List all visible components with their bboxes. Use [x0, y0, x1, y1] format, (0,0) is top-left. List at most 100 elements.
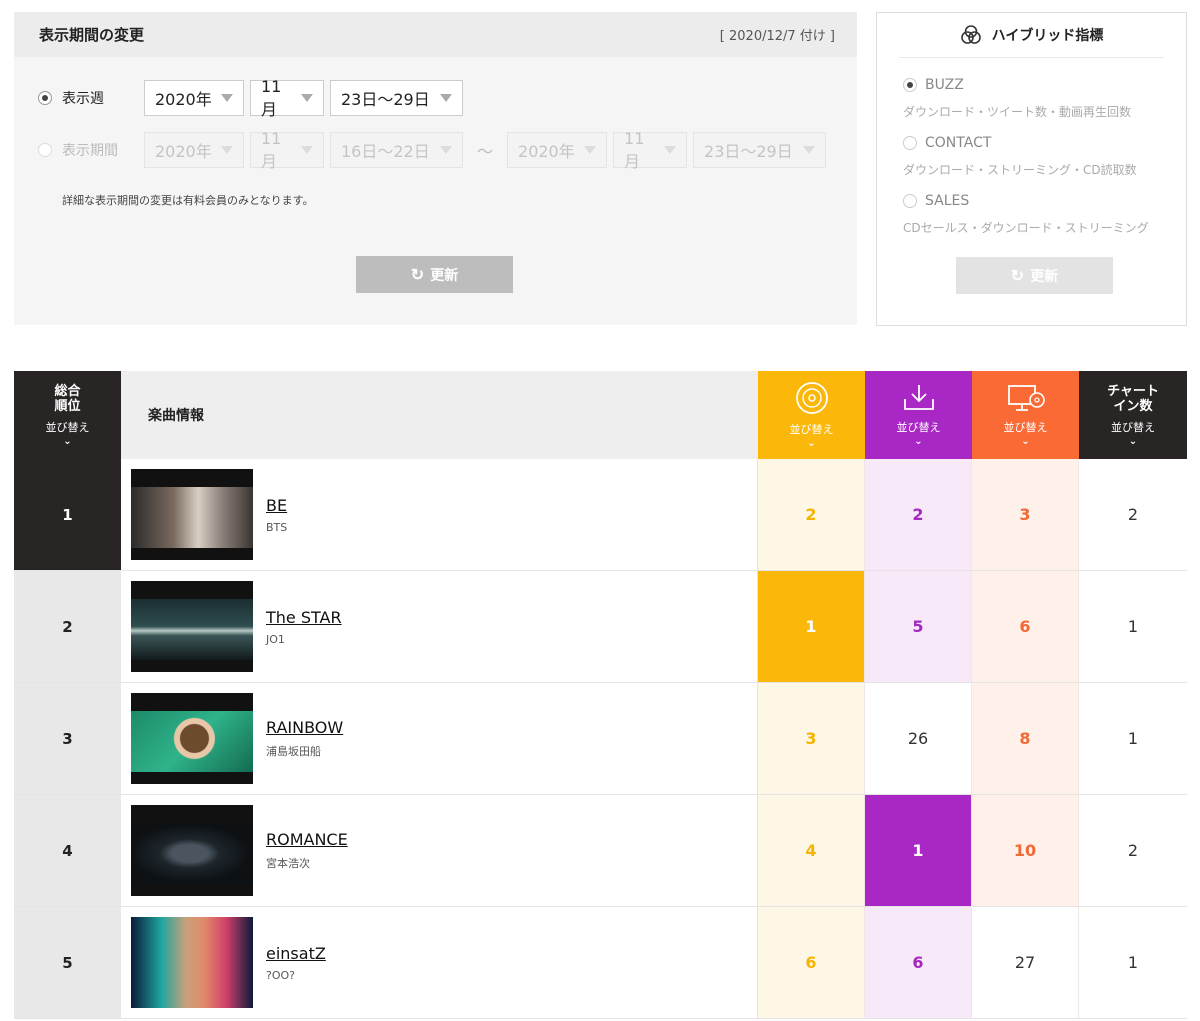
song-title-link[interactable]: BE [266, 496, 287, 515]
week-month-select[interactable]: 11月 [250, 77, 324, 119]
chevron-down-icon: ⌄ [63, 435, 72, 447]
sales-radio[interactable] [903, 194, 917, 208]
download-icon [903, 385, 934, 410]
download-rank-cell: 1 [865, 795, 972, 906]
hybrid-option-sales[interactable]: SALES [903, 193, 969, 209]
period-header: 表示期間の変更 [ 2020/12/7 付け ] [14, 12, 857, 57]
chevron-down-icon [803, 146, 816, 154]
period-update-button[interactable]: ↻ 更新 [356, 256, 513, 293]
range-to-month-select[interactable]: 11月 [613, 129, 688, 171]
table-row: 2 The STAR JO1 1 5 6 1 [14, 571, 1187, 683]
week-label: 表示週 [62, 91, 104, 107]
cd-rank-cell: 1 [758, 571, 865, 682]
cd-rank-cell: 2 [758, 459, 865, 570]
sort-cd[interactable]: 並び替え ⌄ [758, 371, 865, 459]
cd-icon [795, 382, 828, 414]
video-thumbnail[interactable] [131, 805, 253, 896]
table-row: 5 einsatZ ?OO? 6 6 27 1 [14, 907, 1187, 1019]
streaming-rank-cell: 8 [972, 683, 1079, 794]
song-title-link[interactable]: ROMANCE [266, 830, 348, 849]
sort-streaming[interactable]: 並び替え ⌄ [972, 371, 1079, 459]
range-label: 表示期間 [62, 143, 118, 159]
video-thumbnail[interactable] [131, 917, 253, 1008]
rank-cell: 5 [14, 907, 121, 1018]
period-title: 表示期間の変更 [39, 26, 145, 44]
song-title-link[interactable]: The STAR [266, 608, 342, 627]
streaming-rank-cell: 10 [972, 795, 1079, 906]
chevron-down-icon: ⌄ [807, 438, 816, 449]
song-info-cell: The STAR JO1 [121, 571, 758, 682]
chevron-down-icon [301, 94, 313, 102]
chevron-down-icon: ⌄ [1128, 435, 1138, 447]
chart-in-cell: 2 [1127, 505, 1139, 524]
artist-name: BTS [266, 520, 288, 534]
range-from-year-select[interactable]: 2020年 [144, 132, 244, 168]
table-row: 1 BE BTS 2 2 3 2 [14, 459, 1187, 571]
range-separator: 〜 [477, 142, 494, 161]
rank-cell: 2 [14, 571, 121, 682]
song-info-header: 楽曲情報 [121, 371, 758, 459]
artist-name: JO1 [266, 632, 285, 646]
video-thumbnail[interactable] [131, 693, 253, 784]
hybrid-title: ハイブリッド指標 [991, 28, 1104, 44]
range-from-month-select[interactable]: 11月 [250, 129, 324, 171]
video-thumbnail[interactable] [131, 581, 253, 672]
table-header: 総合 順位 並び替え ⌄ 楽曲情報 並び替え ⌄ 並び替え ⌄ 並び替え ⌄ チ… [14, 371, 1187, 459]
song-info-cell: ROMANCE 宮本浩次 [121, 795, 758, 906]
hybrid-desc-buzz: ダウンロード・ツイート数・動画再生回数 [903, 105, 1132, 119]
video-thumbnail[interactable] [131, 469, 253, 560]
week-days-select[interactable]: 23日〜29日 [330, 80, 463, 116]
chevron-down-icon [440, 146, 452, 154]
download-rank-cell: 26 [865, 683, 972, 794]
contact-radio[interactable] [903, 136, 917, 150]
buzz-radio[interactable] [903, 78, 917, 92]
hybrid-desc-contact: ダウンロード・ストリーミング・CD読取数 [903, 163, 1137, 177]
week-row: 表示週 2020年 11月 23日〜29日 [38, 77, 469, 119]
chart-in-cell: 2 [1127, 841, 1139, 860]
chart-in-cell: 1 [1127, 729, 1139, 748]
hybrid-desc-sales: CDセールス・ダウンロード・ストリーミング [903, 221, 1149, 235]
song-title-link[interactable]: einsatZ [266, 944, 326, 963]
artist-name: ?OO? [266, 968, 295, 982]
rank-cell: 1 [14, 459, 121, 570]
table-row: 3 RAINBOW 浦島坂田船 3 26 8 1 [14, 683, 1187, 795]
range-row: 表示期間 2020年 11月 16日〜22日 〜 2020年 11月 23日〜2… [38, 129, 832, 171]
chevron-down-icon [584, 146, 597, 154]
chart-in-cell: 1 [1127, 953, 1139, 972]
range-radio[interactable] [38, 143, 52, 157]
hybrid-option-buzz[interactable]: BUZZ [903, 77, 964, 93]
range-to-year-select[interactable]: 2020年 [507, 132, 608, 168]
song-info-cell: BE BTS [121, 459, 758, 570]
song-info-cell: einsatZ ?OO? [121, 907, 758, 1018]
streaming-rank-cell: 27 [972, 907, 1079, 1018]
chevron-down-icon [440, 94, 452, 102]
range-from-days-select[interactable]: 16日〜22日 [330, 132, 463, 168]
week-year-select[interactable]: 2020年 [144, 80, 244, 116]
chevron-down-icon: ⌄ [914, 436, 923, 447]
cd-rank-cell: 6 [758, 907, 865, 1018]
chart-table: 総合 順位 並び替え ⌄ 楽曲情報 並び替え ⌄ 並び替え ⌄ 並び替え ⌄ チ… [14, 371, 1187, 1019]
chevron-down-icon [301, 146, 313, 154]
chevron-down-icon [221, 146, 233, 154]
rank-cell: 4 [14, 795, 121, 906]
streaming-icon [1007, 385, 1045, 411]
chevron-down-icon [221, 94, 233, 102]
refresh-icon: ↻ [410, 266, 425, 284]
period-panel: 表示期間の変更 [ 2020/12/7 付け ] 表示週 2020年 11月 2… [14, 12, 857, 325]
download-rank-cell: 2 [865, 459, 972, 570]
week-radio[interactable] [38, 91, 52, 105]
download-rank-cell: 6 [865, 907, 972, 1018]
chart-date: [ 2020/12/7 付け ] [719, 29, 835, 44]
range-to-days-select[interactable]: 23日〜29日 [693, 132, 827, 168]
download-rank-cell: 5 [865, 571, 972, 682]
artist-name: 浦島坂田船 [266, 745, 321, 758]
song-title-link[interactable]: RAINBOW [266, 718, 343, 737]
member-note: 詳細な表示期間の変更は有料会員のみとなります。 [62, 194, 314, 207]
sort-download[interactable]: 並び替え ⌄ [865, 371, 972, 459]
hybrid-update-button[interactable]: ↻ 更新 [956, 257, 1113, 294]
cd-rank-cell: 4 [758, 795, 865, 906]
chevron-down-icon: ⌄ [1021, 436, 1030, 447]
sort-overall-rank[interactable]: 総合 順位 並び替え ⌄ [14, 371, 121, 459]
sort-chart-in[interactable]: チャート イン数 並び替え ⌄ [1079, 371, 1187, 459]
hybrid-option-contact[interactable]: CONTACT [903, 135, 991, 151]
